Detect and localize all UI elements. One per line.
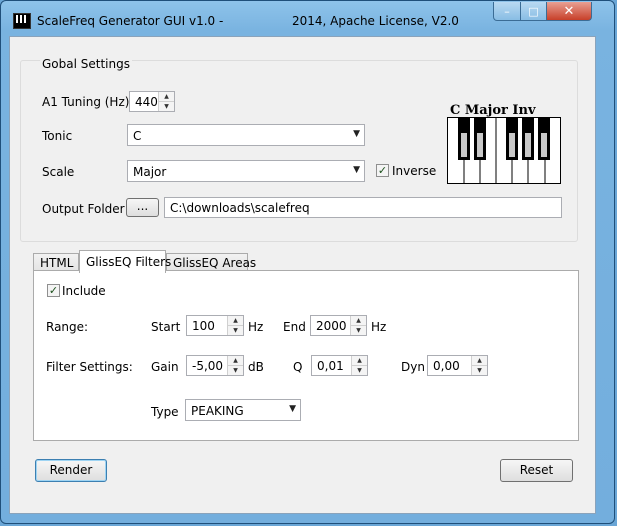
filter-settings-label: Filter Settings: [46,360,133,374]
render-button[interactable]: Render [35,459,107,482]
type-label: Type [151,405,179,419]
client-area: Gobal Settings A1 Tuning (Hz) 440 ▲ ▼ Ton… [9,36,596,514]
start-unit: Hz [248,320,264,334]
scale-label: Scale [42,165,75,179]
tab-glisseq-filters[interactable]: GlissEQ Filters [79,250,171,273]
output-folder-value: C:\downloads\scalefreq [170,201,310,215]
spin-up-icon[interactable]: ▲ [159,92,174,102]
spin-down-icon[interactable]: ▼ [472,366,487,375]
range-label: Range: [46,320,89,334]
chevron-down-icon: ▼ [353,165,360,175]
tonic-select[interactable]: C ▼ [127,124,365,146]
chevron-down-icon: ▼ [353,129,360,139]
dyn-label: Dyn [401,360,425,374]
spin-down-icon[interactable]: ▼ [228,326,243,335]
close-button[interactable]: ✕ [546,2,592,21]
end-label: End [283,320,306,334]
spin-up-icon[interactable]: ▲ [228,356,243,366]
piano-app-icon [13,13,31,29]
inverse-checkbox[interactable]: ✓ [376,164,389,177]
spin-down-icon[interactable]: ▼ [159,102,174,111]
tuning-value: 440 [135,95,158,109]
start-spinbox[interactable]: 100 ▲ ▼ [186,315,244,336]
tonic-value: C [133,129,142,143]
window-title: ScaleFreq Generator GUI v1.0 - [37,14,224,28]
start-value: 100 [192,319,215,333]
piano-keyboard [447,117,561,184]
end-value: 2000 [316,319,347,333]
tonic-label: Tonic [42,129,73,143]
glisseq-filters-panel [33,270,579,441]
type-value: PEAKING [191,404,244,418]
dyn-value: 0,00 [433,359,460,373]
group-title: Gobal Settings [40,57,132,71]
window-license: 2014, Apache License, V2.0 [292,14,459,28]
piano-keys [458,118,550,183]
include-label: Include [62,284,106,298]
scale-select[interactable]: Major ▼ [127,160,365,182]
dyn-spinbox[interactable]: 0,00 ▲ ▼ [427,355,488,376]
spin-up-icon[interactable]: ▲ [472,356,487,366]
reset-button[interactable]: Reset [500,459,573,482]
gain-unit: dB [248,360,264,374]
tab-bar: HTML GlissEQ Filters GlissEQ Areas [33,250,593,273]
gain-label: Gain [151,360,179,374]
browse-button[interactable]: ... [126,198,159,217]
end-unit: Hz [371,320,387,334]
scale-value: Major [133,165,167,179]
spin-up-icon[interactable]: ▲ [351,316,366,326]
tuning-label: A1 Tuning (Hz) [42,95,130,109]
output-folder-label: Output Folder [42,202,125,216]
spin-up-icon[interactable]: ▲ [228,316,243,326]
title-bar[interactable]: ScaleFreq Generator GUI v1.0 - 2014, Apa… [1,1,614,35]
chevron-down-icon: ▼ [289,404,296,414]
type-select[interactable]: PEAKING ▼ [185,399,301,421]
spin-down-icon[interactable]: ▼ [351,326,366,335]
include-checkbox[interactable]: ✓ [47,284,60,297]
spin-up-icon[interactable]: ▲ [352,356,367,366]
tuning-spinbox[interactable]: 440 ▲ ▼ [129,91,175,112]
gain-spinbox[interactable]: -5,00 ▲ ▼ [186,355,244,376]
maximize-button[interactable]: □ [520,2,547,21]
inverse-label: Inverse [392,164,437,178]
q-label: Q [293,360,303,374]
gain-value: -5,00 [192,359,224,373]
spin-down-icon[interactable]: ▼ [228,366,243,375]
piano-title: C Major Inv [450,103,536,118]
q-value: 0,01 [317,359,344,373]
start-label: Start [151,320,181,334]
app-window: ScaleFreq Generator GUI v1.0 - 2014, Apa… [0,0,615,524]
minimize-button[interactable]: – [493,2,521,21]
spin-down-icon[interactable]: ▼ [352,366,367,375]
q-spinbox[interactable]: 0,01 ▲ ▼ [311,355,368,376]
end-spinbox[interactable]: 2000 ▲ ▼ [310,315,367,336]
output-folder-field[interactable]: C:\downloads\scalefreq [164,197,562,218]
